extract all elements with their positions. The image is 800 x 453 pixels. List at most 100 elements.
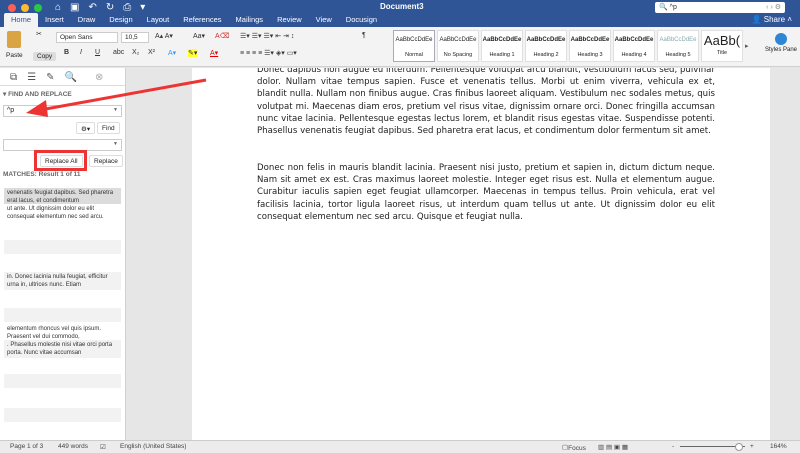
style-heading-5[interactable]: AaBbCcDdEe Heading 5 [657,30,699,62]
font-name-select[interactable]: Open Sans [56,32,118,43]
zoom-out-button[interactable]: - [672,443,674,450]
style-heading-3[interactable]: AaBbCcDdEe Heading 3 [569,30,611,62]
outline-icon[interactable]: ☰ [27,72,36,83]
redo-icon[interactable]: ↻ [106,2,114,13]
clipboard-icon [7,31,22,48]
match-result-placeholder[interactable] [4,308,121,322]
document-paragraph[interactable]: Donec non felis in mauris blandit lacini… [257,162,715,223]
page-count[interactable]: Page 1 of 3 [10,443,43,450]
align-left-icon[interactable]: ≡ ≡ ≡ ≡ ☰▾ ◈▾ ▭▾ [240,49,297,57]
bullets-icon[interactable]: ☰▾ ☰▾ ☰▾ ⇤ ⇥ ↕ [240,32,294,40]
thumbnails-icon[interactable]: ⧉ [10,72,17,83]
find-replace-header[interactable]: ▾ FIND AND REPLACE [0,86,125,102]
title-bar: ⌂ ▣ ↶ ↻ ⎙ ▾ Document3 🔍 ^p ‹ › ⚙ 👤 Share … [0,0,800,27]
undo-icon[interactable]: ↶ [89,2,97,13]
tab-insert[interactable]: Insert [38,13,71,27]
close-window-button[interactable] [8,4,16,12]
match-result[interactable]: . Phasellus molestie nisi vitae orci por… [4,340,121,358]
tab-home[interactable]: Home [4,13,39,27]
style-heading-1[interactable]: AaBbCcDdEe Heading 1 [481,30,523,62]
search-nav-icon[interactable]: ‹ › ⚙ [766,3,781,11]
find-button[interactable]: Find [97,122,120,134]
tab-draw[interactable]: Draw [71,13,103,27]
change-case-icon[interactable]: Aa▾ [193,32,205,40]
share-button[interactable]: 👤 Share ˄ [752,15,792,24]
tab-review[interactable]: Review [270,13,309,27]
font-color-icon[interactable]: A▾ [210,49,218,57]
search-document-input[interactable]: 🔍 ^p ‹ › ⚙ [655,2,785,13]
find-input[interactable]: ^p ▼ [3,105,122,117]
find-options-button[interactable]: ⚙▾ [76,122,96,134]
search-icon[interactable]: 🔍 [65,72,77,83]
style-name: Heading 2 [533,52,559,58]
tab-docusign[interactable]: Docusign [339,13,384,27]
match-result-placeholder[interactable] [4,240,121,254]
replace-button[interactable]: Replace [89,155,123,167]
customize-toolbar-icon[interactable]: ▾ [140,2,145,13]
subscript-icon[interactable]: X₂ [132,49,139,56]
tab-mailings[interactable]: Mailings [229,13,271,27]
text-effects-icon[interactable]: A▾ [168,49,176,57]
style-normal[interactable]: AaBbCcDdEe Normal [393,30,435,62]
strikethrough-icon[interactable]: abc [113,49,124,56]
language[interactable]: English (United States) [120,443,186,450]
find-replace-title: FIND AND REPLACE [8,91,72,98]
matches-count: MATCHES: Result 1 of 11 [3,171,81,178]
style-sample: AaBb( [703,33,741,48]
document-page[interactable]: Donec dapibus non augue eu interdum. Pel… [192,68,770,440]
style-heading-4[interactable]: AaBbCcDdEe Heading 4 [613,30,655,62]
style-sample: AaBbCcDdEe [659,37,697,43]
paste-button[interactable]: Paste [6,31,23,59]
home-icon[interactable]: ⌂ [55,2,61,13]
font-size-select[interactable]: 10,5 [121,32,149,43]
print-icon[interactable]: ⎙ [123,2,131,13]
style-name: Normal [405,52,423,58]
grow-font-icon[interactable]: A▴ A▾ [155,32,173,40]
close-pane-icon[interactable]: ⊗ [95,72,103,83]
tab-design[interactable]: Design [102,13,139,27]
match-result-placeholder[interactable] [4,408,121,422]
match-result[interactable]: ut ante. Ut dignissim dolor eu elit cons… [4,204,121,222]
tab-view[interactable]: View [309,13,339,27]
paste-label: Paste [6,52,23,59]
clear-formatting-icon[interactable]: A⌫ [215,32,230,40]
word-count[interactable]: 449 words [58,443,88,450]
tab-layout[interactable]: Layout [140,13,177,27]
find-replace-sidebar: ⧉ ☰ ✎ 🔍 ⊗ ▾ FIND AND REPLACE ^p ▼ ⚙▾ Find… [0,68,126,440]
italic-button[interactable]: I [80,49,82,56]
show-formatting-button[interactable]: ¶ [362,32,366,39]
edit-icon[interactable]: ✎ [46,72,54,83]
underline-button[interactable]: U [95,49,100,56]
document-paragraph[interactable]: Donec dapibus non augue eu interdum. Pel… [257,68,715,137]
zoom-in-button[interactable]: + [750,443,754,450]
bold-button[interactable]: B [64,49,69,56]
superscript-icon[interactable]: X² [148,49,155,56]
styles-pane-button[interactable]: Styles Pane [765,33,797,53]
style-sample: AaBbCcDdEe [482,37,522,43]
style-title[interactable]: AaBb( Title [701,30,743,62]
style-sample: AaBbCcDdEe [526,37,566,43]
maximize-window-button[interactable] [34,4,42,12]
styles-more-icon[interactable]: ▸ [745,30,749,62]
style-heading-2[interactable]: AaBbCcDdEe Heading 2 [525,30,567,62]
highlight-icon[interactable]: ✎▾ [188,49,198,57]
proofing-icon[interactable]: ☑ [100,443,106,451]
focus-label: Focus [568,445,586,452]
style-name: Title [716,50,728,56]
focus-button[interactable]: ▢ Focus [562,443,586,452]
save-icon[interactable]: ▣ [70,2,79,13]
match-result[interactable]: in. Donec lacinia nulla feugiat, efficit… [4,272,121,290]
share-label: Share [763,15,786,24]
zoom-level[interactable]: 164% [770,443,787,450]
match-result-selected[interactable]: venenatis feugiat dapibus. Sed pharetra … [4,188,121,204]
cut-icon[interactable]: ✂ [36,30,42,38]
style-sample: AaBbCcDdEe [614,37,654,43]
zoom-slider-thumb[interactable] [735,443,743,451]
style-sample: AaBbCcDdEe [395,37,433,43]
minimize-window-button[interactable] [21,4,29,12]
tab-references[interactable]: References [176,13,228,27]
match-result-placeholder[interactable] [4,374,121,388]
style-no-spacing[interactable]: AaBbCcDdEe No Spacing [437,30,479,62]
view-buttons[interactable]: ▥ ▤ ▣ ▦ [598,443,628,451]
ribbon: Paste ✂ Copy Open Sans 10,5 A▴ A▾ Aa▾ A⌫… [0,27,800,67]
